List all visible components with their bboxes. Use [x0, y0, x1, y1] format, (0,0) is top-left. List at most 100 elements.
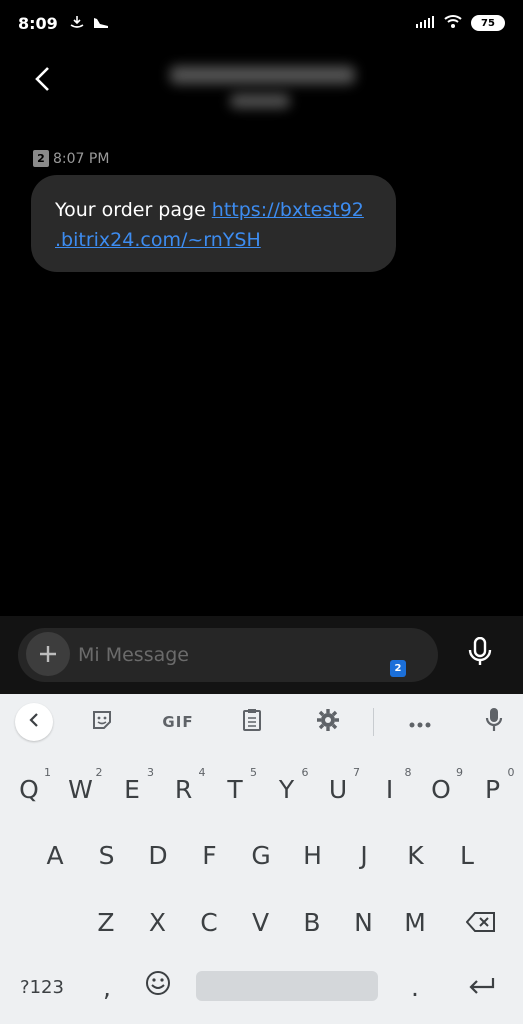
period-key[interactable]: .: [400, 970, 430, 1004]
key-label: O: [431, 774, 451, 804]
key-label: I: [385, 774, 394, 804]
key-hint: 3: [147, 766, 154, 779]
message-link-line1: https://bxtest92: [211, 199, 364, 221]
contact-name-blurred[interactable]: [170, 60, 355, 110]
key-hint: 2: [95, 766, 103, 779]
battery-indicator: 75: [471, 15, 505, 31]
more-options-button[interactable]: [400, 706, 440, 738]
key-hint: 7: [353, 766, 360, 779]
key-label: R: [174, 774, 193, 804]
key-v[interactable]: V: [237, 901, 285, 943]
microphone-icon: [468, 636, 492, 671]
clipboard-button[interactable]: [232, 706, 272, 738]
key-hint: 4: [198, 766, 206, 779]
key-i[interactable]: I8: [366, 766, 414, 810]
composer-bar: 2: [0, 616, 523, 694]
key-hint: 9: [456, 766, 463, 779]
more-horizontal-icon: [409, 713, 431, 732]
key-e[interactable]: E3: [108, 766, 156, 810]
key-a[interactable]: A: [31, 834, 79, 876]
signal-icon: [415, 14, 435, 33]
wifi-icon: [443, 13, 463, 33]
key-label: W: [68, 774, 93, 804]
gif-button[interactable]: GIF: [156, 706, 200, 738]
key-label: U: [328, 774, 348, 804]
status-bar: 8:09 75: [0, 0, 523, 46]
message-time: 8:07 PM: [53, 150, 110, 167]
clipboard-icon: [242, 708, 262, 736]
chevron-left-icon: [34, 66, 52, 96]
key-b[interactable]: B: [288, 901, 336, 943]
enter-icon: [468, 973, 496, 1002]
key-w[interactable]: W2: [57, 766, 105, 810]
sim-select-button[interactable]: 2: [390, 660, 406, 677]
backspace-key[interactable]: [457, 903, 505, 943]
message-text: Your order page: [55, 199, 212, 221]
shift-key[interactable]: [57, 903, 123, 943]
keyboard-toolbar: GIF: [0, 694, 523, 750]
key-hint: 6: [301, 766, 309, 779]
key-r[interactable]: R4: [160, 766, 208, 810]
plus-icon: [38, 638, 58, 671]
key-t[interactable]: T5: [211, 766, 259, 810]
enter-key[interactable]: [460, 970, 504, 1004]
back-button[interactable]: [26, 64, 60, 98]
key-o[interactable]: O9: [417, 766, 465, 810]
gear-icon: [316, 708, 340, 736]
key-f[interactable]: F: [186, 834, 234, 876]
key-label: E: [124, 774, 140, 804]
key-m[interactable]: M: [391, 901, 439, 943]
key-y[interactable]: Y6: [263, 766, 311, 810]
key-u[interactable]: U7: [314, 766, 362, 810]
key-s[interactable]: S: [83, 834, 131, 876]
key-q[interactable]: Q1: [5, 766, 53, 810]
key-d[interactable]: D: [134, 834, 182, 876]
conversation-header: [0, 46, 523, 126]
comma-key[interactable]: ,: [92, 970, 122, 1004]
message-link-line2: .bitrix24.com/~rnYSH: [55, 229, 261, 251]
key-p[interactable]: P0: [469, 766, 517, 810]
emoji-icon: [145, 970, 171, 1002]
key-hint: 1: [44, 766, 51, 779]
toolbar-collapse-button[interactable]: [15, 703, 53, 741]
sim-indicator: 2: [33, 150, 49, 167]
composer: 2: [18, 628, 438, 682]
toolbar-divider: [373, 708, 374, 736]
key-x[interactable]: X: [134, 901, 182, 943]
key-label: P: [484, 774, 501, 804]
microphone-icon: [485, 707, 503, 737]
arrow-up-icon: [57, 909, 109, 938]
space-key[interactable]: [196, 971, 378, 1001]
keyboard-voice-button[interactable]: [474, 706, 514, 738]
key-n[interactable]: N: [340, 901, 388, 943]
emoji-key[interactable]: [140, 968, 176, 1004]
key-c[interactable]: C: [185, 901, 233, 943]
settings-button[interactable]: [308, 706, 348, 738]
key-h[interactable]: H: [289, 834, 337, 876]
key-label: Q: [19, 774, 39, 804]
backspace-icon: [465, 909, 496, 938]
message-input[interactable]: [78, 636, 378, 674]
voice-input-button[interactable]: [458, 632, 502, 676]
keyboard: GIF Q1W2E3R4T5Y6U7I8O9P0 ASDFGHJKL ZXCVB…: [0, 694, 523, 1024]
chevron-left-icon: [28, 712, 40, 732]
key-g[interactable]: G: [237, 834, 285, 876]
message-bubble[interactable]: Your order page https://bxtest92 .bitrix2…: [31, 175, 396, 272]
key-hint: 5: [250, 766, 257, 779]
key-hint: 8: [404, 766, 412, 779]
key-label: T: [227, 774, 243, 804]
status-time: 8:09: [18, 13, 58, 33]
key-hint: 0: [507, 766, 515, 779]
key-label: Y: [278, 774, 295, 804]
attach-button[interactable]: [26, 632, 70, 676]
sticker-icon: [91, 709, 113, 735]
sticker-button[interactable]: [82, 706, 122, 738]
symbols-key[interactable]: ?123: [14, 970, 70, 1004]
message-timestamp: 2 8:07 PM: [33, 150, 109, 167]
key-l[interactable]: L: [443, 834, 491, 876]
key-j[interactable]: J: [340, 834, 388, 876]
download-icon: [70, 14, 84, 33]
gif-label: GIF: [162, 713, 194, 731]
shoe-icon: [92, 14, 110, 33]
key-k[interactable]: K: [392, 834, 440, 876]
